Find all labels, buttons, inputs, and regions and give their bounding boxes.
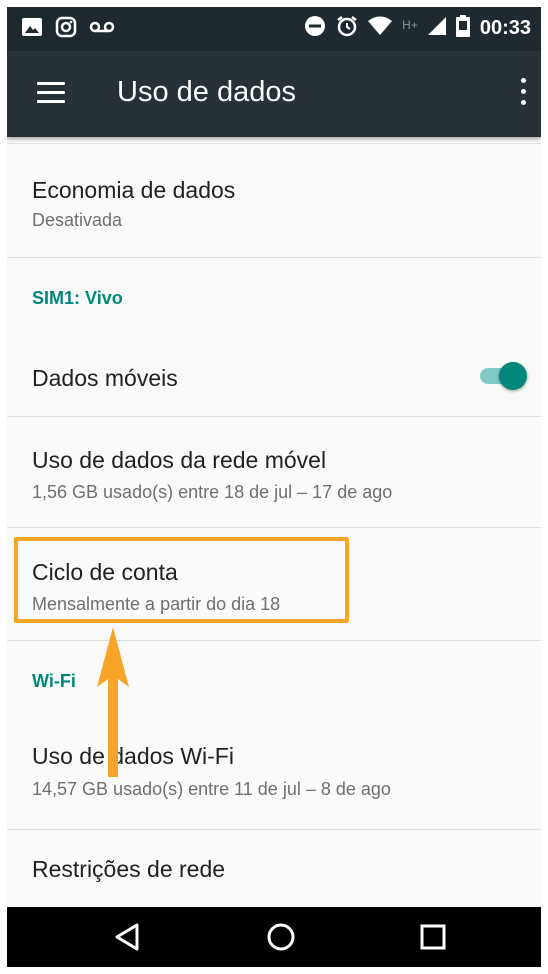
signal-icon [427,17,446,40]
item-title: Restrições de rede [32,856,226,882]
battery-icon [455,15,470,42]
alarm-icon [336,15,358,42]
arrow-up-icon [97,627,129,777]
toggle-thumb [499,362,527,390]
item-title: Dados móveis [32,365,178,391]
wifi-data-usage-item[interactable]: Uso de dados Wi-Fi 14,57 GB usado(s) ent… [7,717,541,829]
instagram-icon [55,16,77,43]
mobile-data-toggle[interactable] [477,360,529,390]
item-summary: 1,56 GB usado(s) entre 18 de jul – 17 de… [32,482,393,502]
highlight-box [14,537,349,623]
item-summary: 14,57 GB usado(s) entre 11 de jul – 8 de… [32,779,391,799]
item-title: Economia de dados [32,177,236,203]
voicemail-icon [89,20,115,39]
app-toolbar: Uso de dados [7,51,541,137]
divider [7,143,541,144]
category-label: Wi-Fi [32,671,76,691]
home-icon[interactable] [261,919,301,955]
status-bar: H+ 00:33 [7,7,541,51]
do-not-disturb-icon [304,15,326,42]
item-title: Uso de dados da rede móvel [32,447,327,473]
network-type: H+ [402,17,418,32]
back-icon[interactable] [109,919,149,955]
more-options-icon[interactable] [519,78,527,108]
screen: H+ 00:33 Uso de dados Economia de dados … [7,7,541,967]
item-summary: Desativada [32,210,123,230]
category-label: SIM1: Vivo [32,288,123,308]
sim-category: SIM1: Vivo [7,258,541,318]
image-icon [21,17,43,42]
network-restrictions-item[interactable]: Restrições de rede [7,830,541,907]
wifi-icon [368,16,393,41]
data-saver-item[interactable]: Economia de dados Desativada [7,145,541,257]
mobile-data-usage-item[interactable]: Uso de dados da rede móvel 1,56 GB usado… [7,417,541,527]
recents-icon[interactable] [413,919,453,955]
page-title: Uso de dados [117,76,296,108]
navigation-bar [7,907,541,967]
wifi-category: Wi-Fi [7,641,541,701]
mobile-data-item[interactable]: Dados móveis [7,337,541,415]
menu-icon[interactable] [37,82,65,104]
clock: 00:33 [479,17,531,39]
